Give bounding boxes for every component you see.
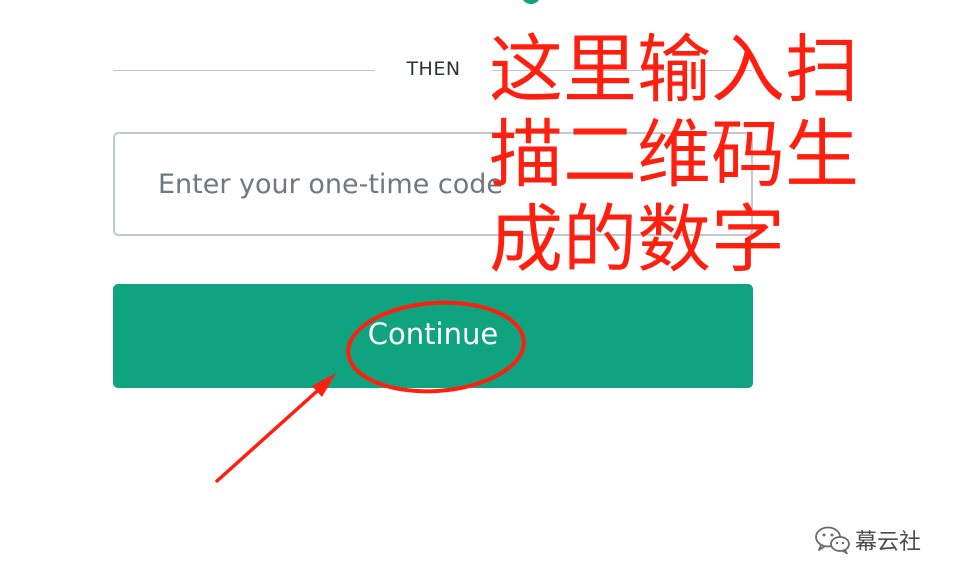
continue-button[interactable]: Continue (113, 284, 753, 388)
watermark: 幕云社 (813, 524, 921, 556)
annotation-arrow-shaft (215, 382, 327, 483)
annotation-text: 这里输入扫描二维码生成的数字 (489, 27, 859, 283)
brand-logo-edge (521, 0, 541, 4)
divider-label: THEN (406, 58, 461, 80)
divider-left-line (113, 70, 375, 71)
wechat-icon (815, 526, 850, 555)
watermark-text: 幕云社 (855, 530, 922, 555)
continue-label: Continue (367, 317, 499, 351)
